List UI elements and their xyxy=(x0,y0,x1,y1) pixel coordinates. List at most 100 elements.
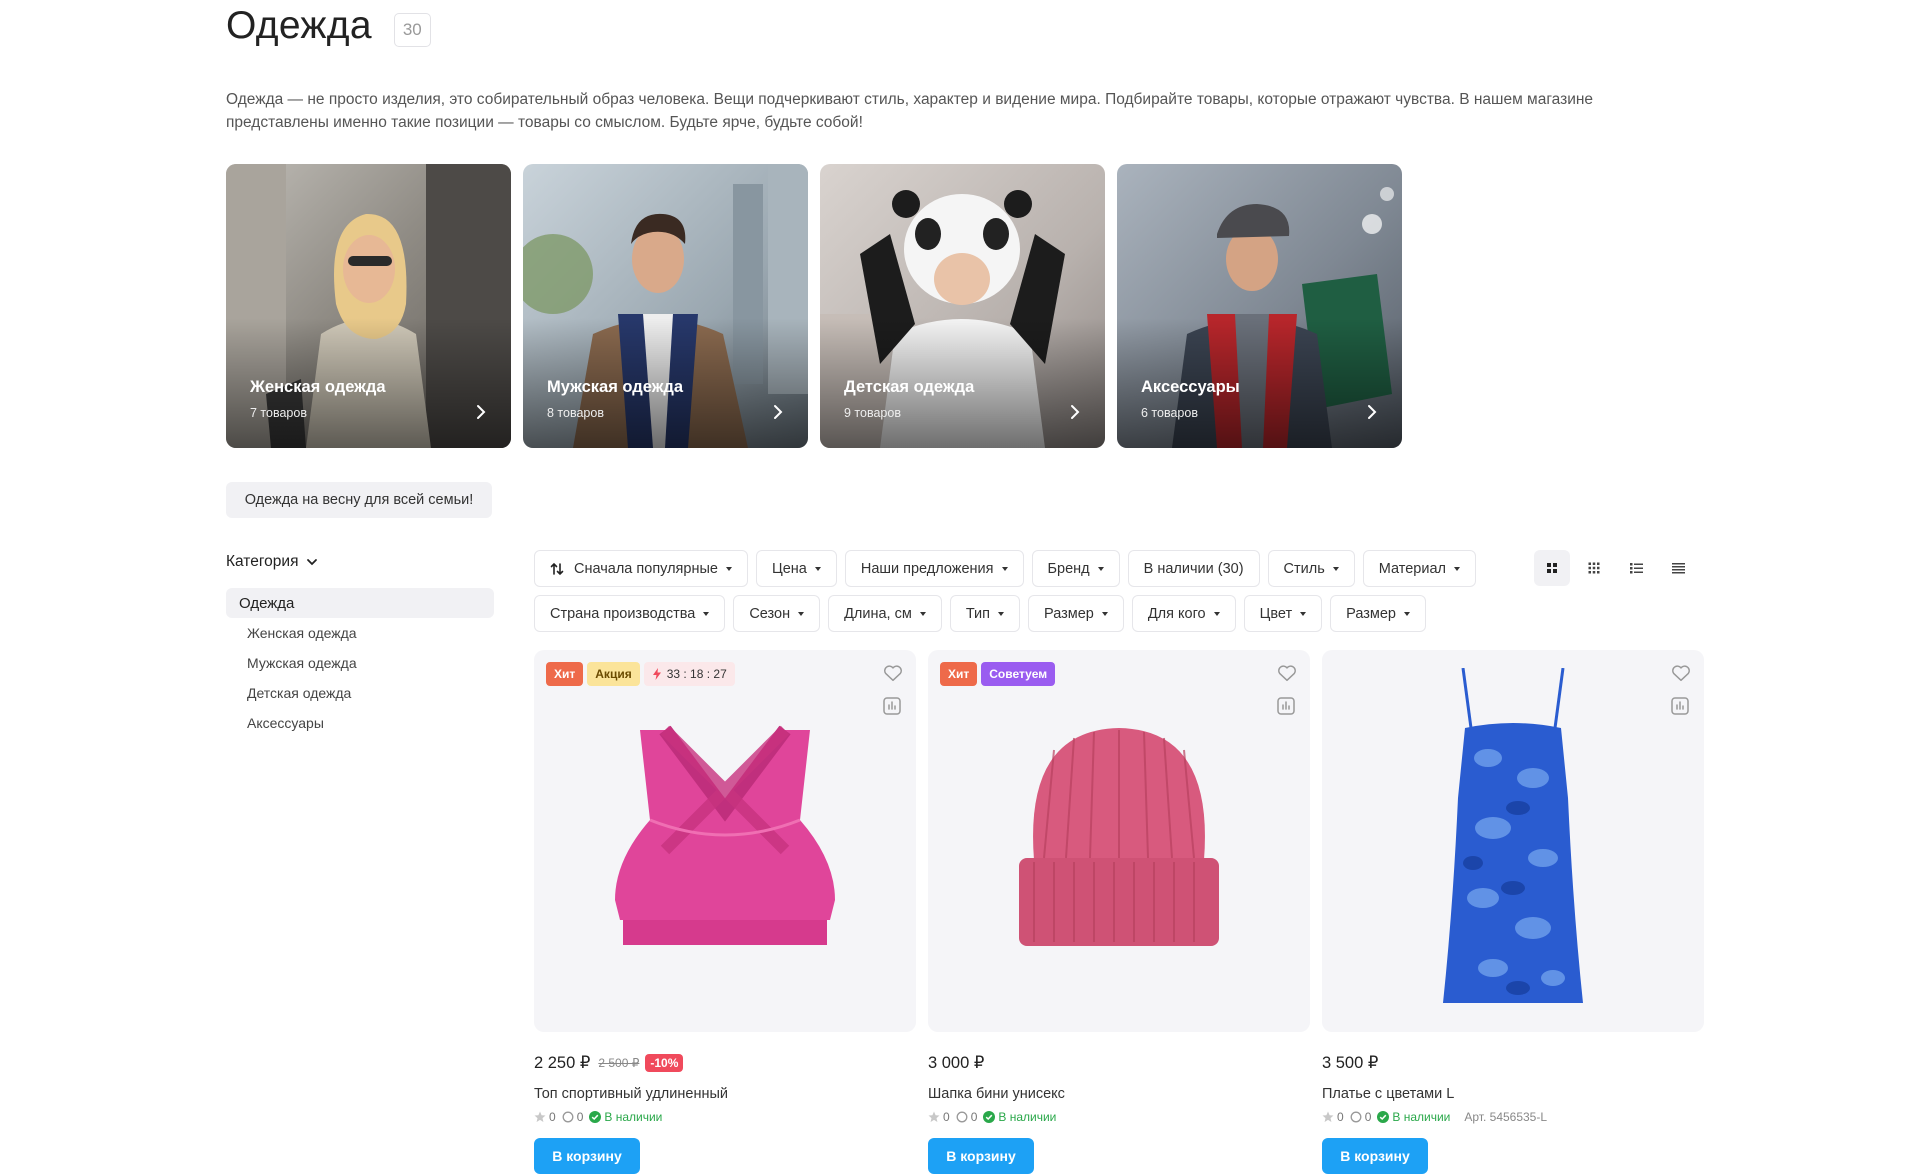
sidebar-item[interactable]: Детская одежда xyxy=(247,678,494,708)
old-price: 2 500 ₽ xyxy=(598,1056,640,1070)
filter-type[interactable]: Тип xyxy=(949,595,1020,632)
add-to-cart-button[interactable]: В корзину xyxy=(534,1138,640,1174)
chevron-right-icon xyxy=(477,405,486,419)
category-card-count: 7 товаров xyxy=(250,406,307,420)
product-card: Хит Акция 33 : 18 : 27 2 250 ₽ 2 500 ₽ -… xyxy=(534,650,916,1174)
sidebar-item[interactable]: Мужская одежда xyxy=(247,648,494,678)
filter-offers[interactable]: Наши предложения xyxy=(844,550,1024,587)
product-grid: Хит Акция 33 : 18 : 27 2 250 ₽ 2 500 ₽ -… xyxy=(534,650,1704,1174)
category-card-title: Аксессуары xyxy=(1141,378,1240,396)
sidebar-item-active[interactable]: Одежда xyxy=(226,588,494,618)
stock-status: В наличии xyxy=(1377,1110,1450,1124)
view-table[interactable] xyxy=(1660,550,1696,586)
comment-icon xyxy=(956,1111,968,1123)
category-card-kids[interactable]: Детская одежда 9 товаров xyxy=(820,164,1105,448)
chevron-down-icon xyxy=(307,559,318,566)
add-to-cart-button[interactable]: В корзину xyxy=(1322,1138,1428,1174)
filter-size[interactable]: Размер xyxy=(1028,595,1124,632)
stock-status: В наличии xyxy=(983,1110,1056,1124)
reviews[interactable]: 0 xyxy=(1350,1110,1371,1124)
category-card-accessories[interactable]: Аксессуары 6 товаров xyxy=(1117,164,1402,448)
filter-country[interactable]: Страна производства xyxy=(534,595,726,632)
product-illustration xyxy=(1443,668,1583,1003)
view-grid-large[interactable] xyxy=(1534,550,1570,586)
product-card: Хит Советуем 3 000 ₽ Шапка бини унисекс xyxy=(928,650,1310,1174)
stock-status: В наличии xyxy=(589,1110,662,1124)
rating: 0 xyxy=(534,1110,556,1124)
chevron-right-icon xyxy=(1071,405,1080,419)
category-description: Одежда — не просто изделия, это собирате… xyxy=(226,91,1594,131)
filter-length[interactable]: Длина, см xyxy=(828,595,942,632)
product-card: 3 500 ₽ Платье с цветами L 0 0 В наличии… xyxy=(1322,650,1704,1174)
filter-price[interactable]: Цена xyxy=(755,550,837,587)
filter-style[interactable]: Стиль xyxy=(1267,550,1355,587)
view-list[interactable] xyxy=(1618,550,1654,586)
check-circle-icon xyxy=(983,1111,996,1123)
product-price: 3 000 ₽ xyxy=(928,1054,985,1072)
discount-badge: -10% xyxy=(645,1054,684,1072)
product-name[interactable]: Шапка бини унисекс xyxy=(928,1086,1310,1102)
check-circle-icon xyxy=(1377,1111,1390,1123)
reviews[interactable]: 0 xyxy=(956,1110,977,1124)
heart-icon[interactable] xyxy=(1276,662,1298,684)
category-card-title: Детская одежда xyxy=(844,378,975,396)
chevron-right-icon xyxy=(1368,405,1377,419)
view-grid-small[interactable] xyxy=(1576,550,1612,586)
filter-for-whom[interactable]: Для кого xyxy=(1131,595,1236,632)
compare-icon[interactable] xyxy=(1670,696,1690,716)
add-to-cart-button[interactable]: В корзину xyxy=(928,1138,1034,1174)
filter-in-stock[interactable]: В наличии (30) xyxy=(1127,550,1260,587)
filter-season[interactable]: Сезон xyxy=(733,595,821,632)
grid-large-icon xyxy=(1547,563,1557,573)
filter-material[interactable]: Материал xyxy=(1362,550,1476,587)
promo-tag[interactable]: Одежда на весну для всей семьи! xyxy=(226,482,492,518)
category-card-women[interactable]: Женская одежда 7 товаров xyxy=(226,164,511,448)
category-card-title: Мужская одежда xyxy=(547,378,684,396)
recommend-badge: Советуем xyxy=(981,662,1056,686)
reviews[interactable]: 0 xyxy=(562,1110,583,1124)
product-name[interactable]: Платье с цветами L xyxy=(1322,1086,1704,1102)
filter-brand[interactable]: Бренд xyxy=(1031,550,1120,587)
grid-small-icon xyxy=(1588,562,1600,574)
sidebar-item[interactable]: Женская одежда xyxy=(247,618,494,648)
product-name[interactable]: Топ спортивный удлиненный xyxy=(534,1086,916,1102)
star-icon xyxy=(534,1111,546,1122)
check-circle-icon xyxy=(589,1111,602,1123)
product-image[interactable]: Хит Советуем xyxy=(928,650,1310,1032)
product-image[interactable]: Хит Акция 33 : 18 : 27 xyxy=(534,650,916,1032)
product-illustration xyxy=(615,725,835,945)
category-card-count: 6 товаров xyxy=(1141,406,1198,420)
category-card-men[interactable]: Мужская одежда 8 товаров xyxy=(523,164,808,448)
sidebar-heading: Категория xyxy=(226,553,299,570)
category-card-count: 9 товаров xyxy=(844,406,901,420)
product-price: 3 500 ₽ xyxy=(1322,1054,1379,1072)
sort-icon xyxy=(550,562,564,575)
rating: 0 xyxy=(928,1110,950,1124)
filter-size-2[interactable]: Размер xyxy=(1330,595,1426,632)
product-sku: Арт. 5456535-L xyxy=(1464,1110,1548,1124)
lightning-icon xyxy=(652,668,661,680)
subcategory-cards: Женская одежда 7 товаров Мужская одежда … xyxy=(226,164,1402,448)
compare-icon[interactable] xyxy=(882,696,902,716)
chevron-right-icon xyxy=(774,405,783,419)
list-icon xyxy=(1629,563,1643,574)
category-dropdown[interactable]: Категория xyxy=(226,550,494,574)
product-count-badge: 30 xyxy=(393,13,431,47)
rating: 0 xyxy=(1322,1110,1344,1124)
product-illustration xyxy=(1019,728,1219,946)
product-image[interactable] xyxy=(1322,650,1704,1032)
page-title: Одежда xyxy=(226,4,372,47)
sidebar-item[interactable]: Аксессуары xyxy=(247,708,494,738)
sort-dropdown[interactable]: Сначала популярные xyxy=(534,550,748,587)
heart-icon[interactable] xyxy=(1670,662,1692,684)
timer-badge: 33 : 18 : 27 xyxy=(643,662,735,686)
compare-icon[interactable] xyxy=(1276,696,1296,716)
category-card-title: Женская одежда xyxy=(250,378,386,396)
heart-icon[interactable] xyxy=(882,662,904,684)
category-card-count: 8 товаров xyxy=(547,406,604,420)
title-row: Одежда 30 xyxy=(226,4,431,48)
hit-badge: Хит xyxy=(940,662,978,686)
filter-color[interactable]: Цвет xyxy=(1243,595,1323,632)
star-icon xyxy=(928,1111,940,1122)
sale-badge: Акция xyxy=(587,662,640,686)
